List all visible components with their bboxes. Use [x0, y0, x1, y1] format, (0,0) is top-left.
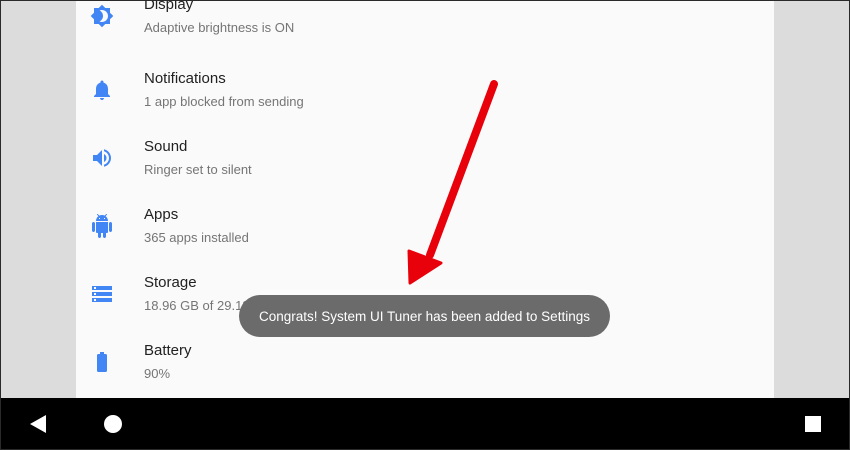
settings-item-sound[interactable]: Sound Ringer set to silent	[76, 124, 774, 192]
settings-item-subtitle: Adaptive brightness is ON	[144, 20, 295, 35]
android-icon	[90, 214, 114, 238]
settings-panel: Display Adaptive brightness is ON Notifi…	[76, 0, 774, 398]
settings-item-subtitle: 90%	[144, 366, 171, 381]
volume-icon	[90, 146, 114, 170]
settings-item-title: Battery	[144, 342, 192, 359]
settings-item-title: Notifications	[144, 70, 226, 87]
settings-item-display[interactable]: Display Adaptive brightness is ON	[76, 0, 774, 50]
settings-item-subtitle: 1 app blocked from sending	[144, 94, 304, 109]
back-triangle-icon[interactable]	[26, 412, 50, 436]
navigation-bar	[0, 398, 850, 450]
left-gutter	[0, 0, 76, 398]
settings-item-title: Apps	[144, 206, 179, 223]
battery-icon	[90, 350, 114, 374]
home-circle-icon[interactable]	[101, 412, 125, 436]
settings-item-title: Sound	[144, 138, 188, 155]
toast-message: Congrats! System UI Tuner has been added…	[239, 295, 610, 337]
settings-item-title: Display	[144, 0, 194, 13]
brightness-icon	[90, 4, 114, 28]
settings-item-subtitle: Ringer set to silent	[144, 162, 252, 177]
right-gutter	[774, 0, 850, 398]
settings-item-apps[interactable]: Apps 365 apps installed	[76, 192, 774, 260]
settings-item-notifications[interactable]: Notifications 1 app blocked from sending	[76, 56, 774, 124]
bell-icon	[90, 78, 114, 102]
settings-item-subtitle: 365 apps installed	[144, 230, 249, 245]
storage-icon	[90, 282, 114, 306]
settings-item-battery[interactable]: Battery 90%	[76, 328, 774, 396]
recents-square-icon[interactable]	[801, 412, 825, 436]
settings-item-title: Storage	[144, 274, 197, 291]
